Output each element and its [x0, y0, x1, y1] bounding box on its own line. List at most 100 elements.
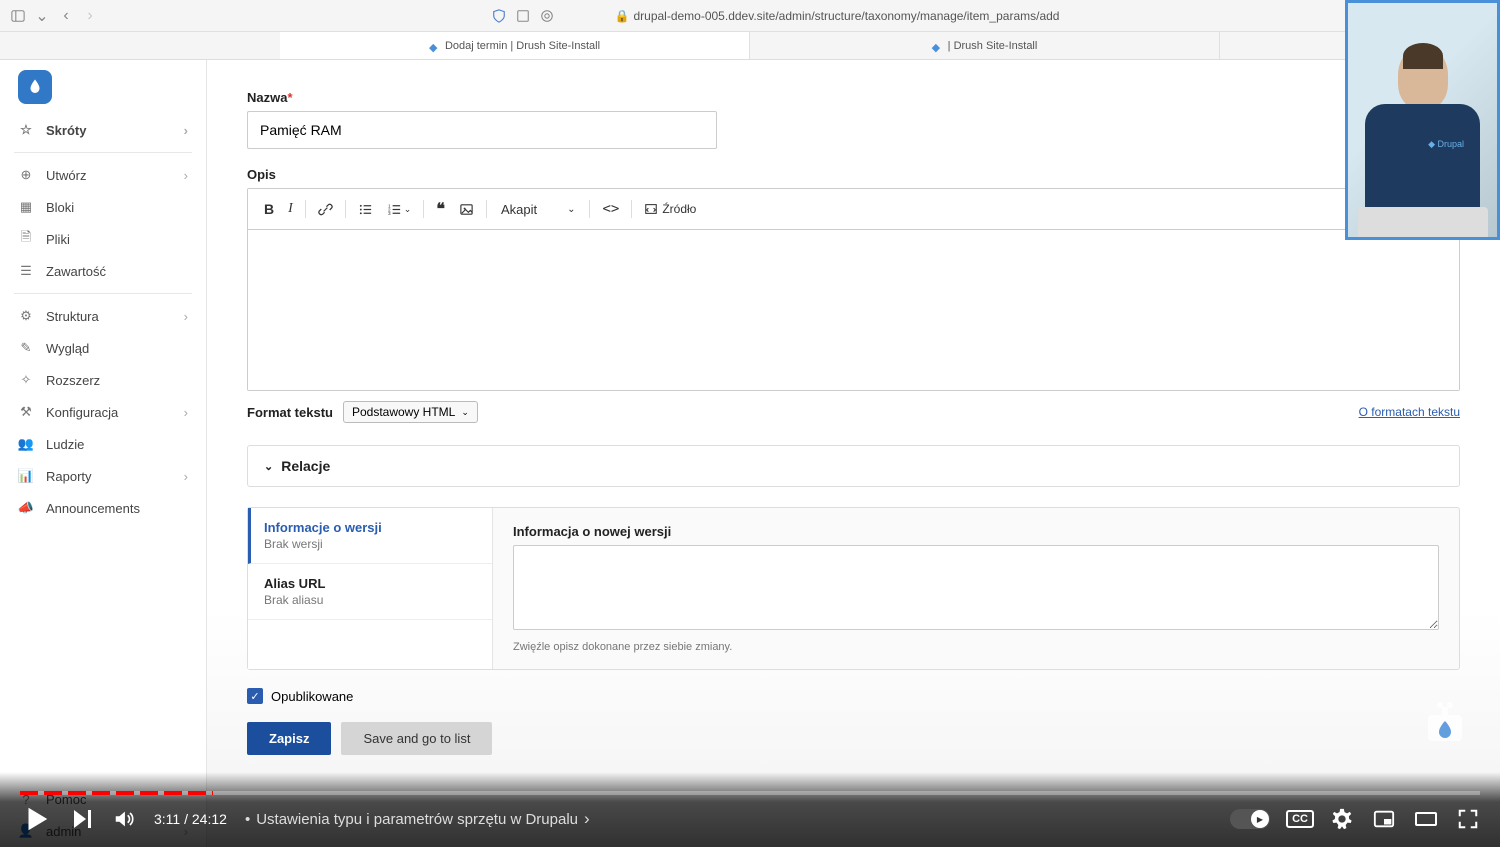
miniplayer-button[interactable]	[1372, 807, 1396, 831]
sidebar-item-announcements[interactable]: 📣 Announcements	[0, 492, 206, 524]
file-icon: 🗎	[18, 231, 34, 247]
chevron-right-icon: ›	[184, 309, 188, 324]
structure-icon: ⚙	[18, 308, 34, 324]
sidebar-item-shortcuts[interactable]: ☆ Skróty ›	[0, 114, 206, 146]
video-time: 3:11 / 24:12	[154, 811, 227, 827]
dropdown-icon[interactable]: ⌄	[34, 8, 50, 24]
back-icon[interactable]: ‹	[58, 8, 74, 24]
extension-icon[interactable]	[539, 8, 555, 24]
sidebar-item-label: Konfiguracja	[46, 405, 118, 420]
revision-tab-alias[interactable]: Alias URL Brak aliasu	[248, 564, 492, 620]
play-button[interactable]	[20, 803, 52, 835]
name-input[interactable]	[247, 111, 717, 149]
sidebar-toggle-icon[interactable]	[10, 8, 26, 24]
autoplay-toggle[interactable]	[1230, 809, 1270, 829]
plus-circle-icon: ⊕	[18, 167, 34, 183]
editor-textarea[interactable]	[248, 230, 1459, 390]
forward-icon[interactable]: ›	[82, 8, 98, 24]
divider	[14, 293, 192, 294]
drupal-icon: ◆	[932, 41, 942, 51]
next-button[interactable]	[70, 807, 94, 831]
sidebar-item-label: Pliki	[46, 232, 70, 247]
sidebar-item-people[interactable]: 👥 Ludzie	[0, 428, 206, 460]
chevron-down-icon: ⌄	[264, 460, 273, 473]
video-progress-bar[interactable]	[20, 791, 1480, 795]
sidebar-item-files[interactable]: 🗎 Pliki	[0, 223, 206, 255]
text-format-label: Format tekstu	[247, 405, 333, 420]
captions-button[interactable]: CC	[1288, 807, 1312, 831]
admin-sidebar: ☆ Skróty › ⊕ Utwórz › ▦ Bloki 🗎 Pliki ☰ …	[0, 60, 207, 847]
browser-chrome: ⌄ ‹ › 🔒 drupal-demo-005.ddev.site/admin/…	[0, 0, 1500, 32]
sidebar-item-reports[interactable]: 📊 Raporty ›	[0, 460, 206, 492]
code-button[interactable]: <>	[596, 197, 625, 221]
editor-toolbar: B I 123⌄ ❝ Akapit⌄ <>	[248, 189, 1459, 230]
divider	[14, 152, 192, 153]
chevron-right-icon: ›	[184, 405, 188, 420]
sidebar-item-label: Bloki	[46, 200, 74, 215]
reader-icon[interactable]	[515, 8, 531, 24]
sidebar-item-blocks[interactable]: ▦ Bloki	[0, 191, 206, 223]
volume-button[interactable]	[112, 807, 136, 831]
image-button[interactable]	[453, 198, 480, 221]
text-format-help-link[interactable]: O formatach tekstu	[1359, 405, 1460, 419]
sidebar-item-structure[interactable]: ⚙ Struktura ›	[0, 300, 206, 332]
blockquote-button[interactable]: ❝	[430, 195, 451, 223]
brush-icon: ✎	[18, 340, 34, 356]
source-button[interactable]: Źródło	[638, 198, 702, 220]
lock-icon: 🔒	[615, 9, 630, 23]
video-chapter[interactable]: • Ustawienia typu i parametrów sprzętu w…	[245, 809, 590, 829]
tab-label: | Drush Site-Install	[948, 40, 1038, 52]
revision-tab-subtitle: Brak aliasu	[264, 593, 476, 607]
revision-log-label: Informacja o nowej wersji	[513, 524, 1439, 539]
sidebar-item-content[interactable]: ☰ Zawartość	[0, 255, 206, 287]
channel-watermark[interactable]	[1420, 697, 1470, 747]
revision-log-textarea[interactable]	[513, 545, 1439, 630]
revision-tab-info[interactable]: Informacje o wersji Brak wersji	[248, 508, 492, 564]
sidebar-item-label: Wygląd	[46, 341, 89, 356]
sidebar-item-label: Rozszerz	[46, 373, 100, 388]
link-button[interactable]	[312, 198, 339, 221]
sidebar-item-label: Raporty	[46, 469, 92, 484]
settings-button[interactable]	[1330, 807, 1354, 831]
puzzle-icon: ✧	[18, 372, 34, 388]
fullscreen-button[interactable]	[1456, 807, 1480, 831]
text-format-select[interactable]: Podstawowy HTML⌄	[343, 401, 478, 423]
bold-button[interactable]: B	[258, 197, 280, 221]
sidebar-item-config[interactable]: ⚒ Konfiguracja ›	[0, 396, 206, 428]
presenter-webcam: ◆ Drupal	[1345, 0, 1500, 240]
shield-icon[interactable]	[491, 8, 507, 24]
sidebar-item-label: Zawartość	[46, 264, 106, 279]
sidebar-item-label: Skróty	[46, 123, 86, 138]
sidebar-item-create[interactable]: ⊕ Utwórz ›	[0, 159, 206, 191]
relations-details[interactable]: ⌄ Relacje	[247, 445, 1460, 487]
url-bar[interactable]: 🔒 drupal-demo-005.ddev.site/admin/struct…	[615, 9, 1060, 23]
sidebar-item-label: Announcements	[46, 501, 140, 516]
video-player-controls: 3:11 / 24:12 • Ustawienia typu i paramet…	[0, 772, 1500, 847]
bullet-list-button[interactable]	[352, 198, 379, 221]
blocks-icon: ▦	[18, 199, 34, 215]
description-label: Opis	[247, 167, 1460, 182]
drupal-logo[interactable]	[18, 70, 52, 104]
browser-tabs: ◆ Dodaj termin | Drush Site-Install ◆ | …	[0, 32, 1500, 60]
theater-button[interactable]	[1414, 807, 1438, 831]
megaphone-icon: 📣	[18, 500, 34, 516]
drupal-icon: ◆	[429, 41, 439, 51]
browser-tab-1[interactable]: ◆ Dodaj termin | Drush Site-Install	[280, 32, 750, 59]
numbered-list-button[interactable]: 123⌄	[381, 198, 418, 221]
paragraph-format-select[interactable]: Akapit⌄	[493, 198, 584, 221]
published-label: Opublikowane	[271, 689, 353, 704]
relations-label: Relacje	[281, 458, 330, 474]
published-checkbox[interactable]: ✓	[247, 688, 263, 704]
svg-text:3: 3	[388, 211, 391, 216]
save-button[interactable]: Zapisz	[247, 722, 331, 755]
save-and-list-button[interactable]: Save and go to list	[341, 722, 492, 755]
browser-tab-2[interactable]: ◆ | Drush Site-Install	[750, 32, 1220, 59]
chevron-right-icon: ›	[184, 469, 188, 484]
revision-tab-title: Informacje o wersji	[264, 520, 476, 535]
content-icon: ☰	[18, 263, 34, 279]
main-content: Nazwa* Opis B I 123⌄ ❝	[207, 60, 1500, 847]
sidebar-item-extend[interactable]: ✧ Rozszerz	[0, 364, 206, 396]
sliders-icon: ⚒	[18, 404, 34, 420]
sidebar-item-appearance[interactable]: ✎ Wygląd	[0, 332, 206, 364]
italic-button[interactable]: I	[282, 197, 299, 221]
